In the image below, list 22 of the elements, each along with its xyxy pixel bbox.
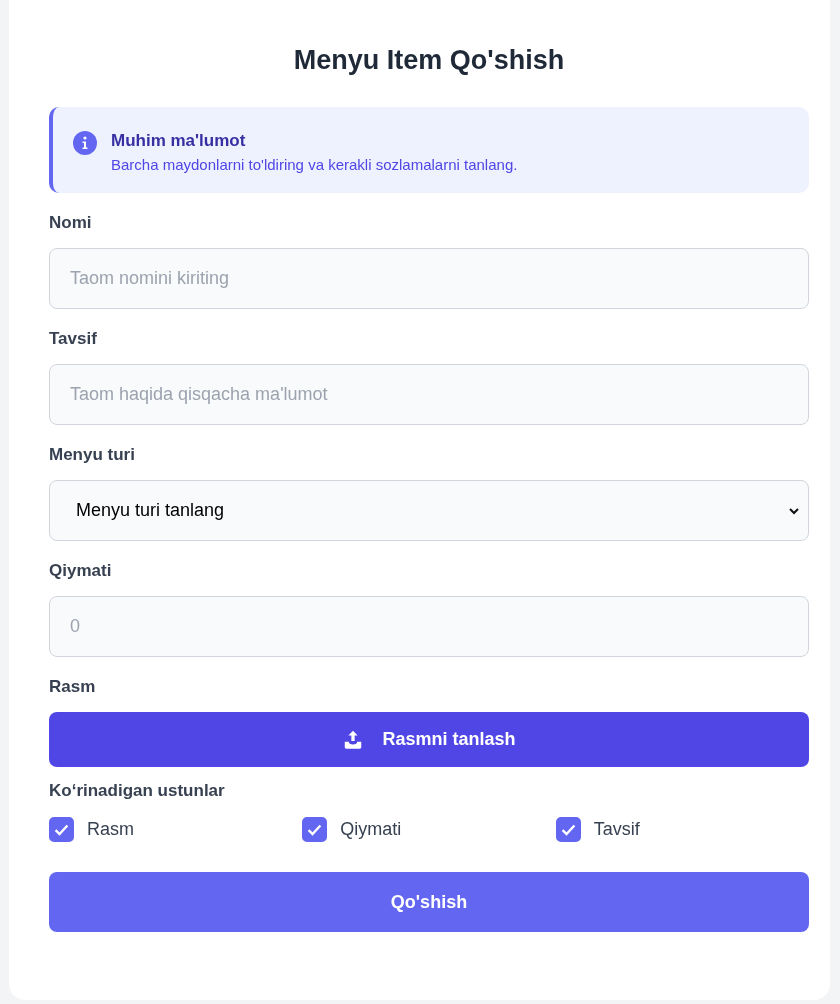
submit-button[interactable]: Qo'shish [49,872,809,932]
checkbox[interactable] [302,817,328,842]
info-icon [73,131,97,155]
columns-label: Ko‘rinadigan ustunlar [49,781,226,801]
upload-button[interactable]: Rasmni tanlash [49,712,809,767]
select-field[interactable]: Menyu turi tanlang [49,480,809,541]
field-label: Tavsif [49,329,98,349]
form-title: Menyu Item Qo'shish [292,44,566,76]
checkbox[interactable] [49,817,74,842]
checkbox[interactable] [555,817,581,842]
checkbox-label: Qiymati [340,819,402,840]
alert-title: Muhim ma'lumot [111,131,247,151]
checkbox-label: Rasm [87,819,134,840]
field-label: Menyu turi [49,445,136,465]
checkbox-label: Tavsif [593,819,640,840]
input-field[interactable]: Taom nomini kiriting [49,248,809,309]
alert-text: Barcha maydonlarni to'ldiring va kerakli sozlamalarni tanlang. [111,156,518,173]
input-field[interactable]: 0 [49,596,809,657]
field-label: Rasm [49,677,97,697]
field-label: Qiymati [49,561,113,581]
field-label: Nomi [49,213,93,233]
input-field[interactable]: Taom haqida qisqacha ma'lumot [49,364,809,425]
